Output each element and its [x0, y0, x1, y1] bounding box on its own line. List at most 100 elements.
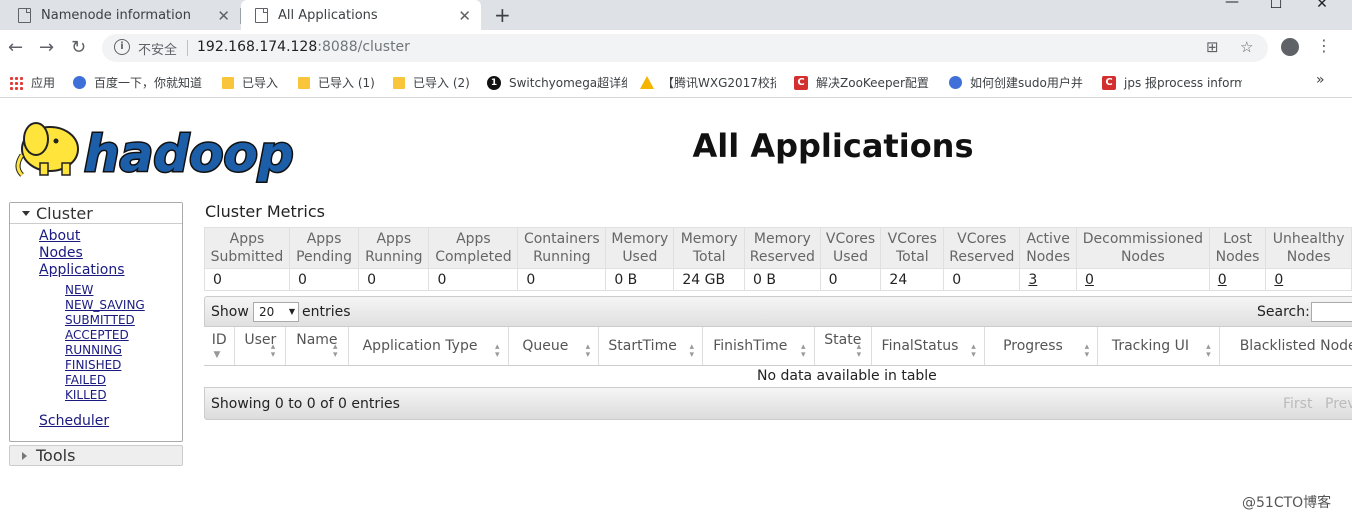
page-length-select[interactable]: 20	[253, 302, 299, 322]
tab-title: Namenode information	[41, 7, 191, 23]
maximize-icon[interactable]: ☐	[1262, 0, 1290, 12]
window-close-icon[interactable]: ✕	[1308, 0, 1336, 12]
metric-memory-used: 0 B	[605, 268, 675, 291]
column-header-finishtime[interactable]: FinishTime ▴ ▾	[702, 327, 815, 366]
sidebar-item-nodes[interactable]: Nodes	[39, 245, 83, 261]
more-menu-icon[interactable]: ⋮	[1316, 36, 1332, 55]
bookmark-apps[interactable]: 应用	[9, 74, 55, 91]
profile-avatar-icon[interactable]	[1281, 38, 1299, 56]
watermark: @51CTO博客	[1242, 495, 1332, 511]
sidebar-state-accepted[interactable]: ACCEPTED	[65, 328, 129, 342]
folder-icon	[222, 76, 234, 89]
column-header-id[interactable]: ID ▼	[204, 327, 236, 366]
sidebar-state-running[interactable]: RUNNING	[65, 343, 122, 357]
sidebar-state-new-saving[interactable]: NEW_SAVING	[65, 298, 145, 312]
active-nodes-link[interactable]: 3	[1028, 272, 1037, 288]
info-icon[interactable]: i	[114, 39, 130, 55]
metric-apps-completed: 0	[428, 268, 519, 291]
url-text[interactable]: 192.168.174.128:8088/cluster	[197, 39, 410, 55]
column-header-progress[interactable]: Progress ▴ ▾	[984, 327, 1099, 366]
cluster-metrics-table: Apps Submitted Apps Pending Apps Running Ap…	[204, 227, 1352, 291]
column-header-name[interactable]: Name ▴ ▾	[285, 327, 349, 366]
reload-icon[interactable]: ↻	[71, 38, 86, 58]
sort-desc-icon: ▼	[213, 349, 221, 360]
column-header-queue[interactable]: Queue ▴ ▾	[508, 327, 600, 366]
metric-header: Unhealthy Nodes	[1265, 227, 1352, 269]
bookmark-sudo[interactable]: 如何创建sudo用户并	[949, 74, 1085, 91]
url-field[interactable]: i 不安全 192.168.174.128:8088/cluster ⊞ ☆	[102, 34, 1268, 62]
back-icon[interactable]: ←	[8, 38, 23, 58]
pager-previous-button[interactable]: Previous	[1325, 396, 1352, 412]
column-header-finalstatus[interactable]: FinalStatus ▴ ▾	[871, 327, 985, 366]
column-header-blacklisted-nodes[interactable]: Blacklisted Nodes	[1219, 327, 1352, 366]
sort-icon: ▴ ▾	[1206, 341, 1211, 360]
metric-header: VCores Reserved	[943, 227, 1021, 269]
sidebar-state-new[interactable]: NEW	[65, 283, 93, 297]
folder-icon	[298, 76, 310, 89]
sidebar-item-scheduler[interactable]: Scheduler	[39, 413, 109, 429]
bookmark-zookeeper[interactable]: C 解决ZooKeeper配置	[794, 74, 930, 91]
applications-table-panel: Show 20 entries Search: ID▼ User▴▾ Name▴…	[204, 296, 1352, 420]
translate-icon[interactable]: ⊞	[1206, 38, 1219, 56]
baidu-paw-icon	[73, 76, 86, 89]
column-header-user[interactable]: User ▴ ▾	[234, 327, 287, 366]
metric-header: Decommissioned Nodes	[1075, 227, 1210, 269]
metric-header: Memory Reserved	[744, 227, 821, 269]
metric-header: Apps Submitted	[204, 227, 290, 269]
hadoop-logo[interactable]: hadoop	[12, 107, 312, 185]
empty-row: No data available in table	[204, 365, 1352, 387]
sidebar-item-applications[interactable]: Applications	[39, 262, 125, 278]
bookmark-folder-imported[interactable]: 已导入	[222, 74, 278, 91]
table-info: Showing 0 to 0 of 0 entries	[211, 396, 400, 412]
security-label[interactable]: 不安全	[138, 39, 177, 58]
column-header-application-type[interactable]: Application Type ▴ ▾	[348, 327, 509, 366]
minimize-icon[interactable]: —	[1218, 0, 1246, 10]
search-input[interactable]	[1311, 302, 1352, 322]
bookmark-baidu[interactable]: 百度一下，你就知道	[73, 74, 208, 91]
page-title: All Applications	[692, 127, 974, 165]
column-header-starttime[interactable]: StartTime ▴ ▾	[598, 327, 704, 366]
sort-icon: ▴ ▾	[801, 341, 806, 360]
metric-memory-total: 24 GB	[673, 268, 746, 291]
sidebar-cluster-header[interactable]: Cluster	[10, 203, 182, 224]
metric-apps-pending: 0	[288, 268, 360, 291]
sidebar-item-about[interactable]: About	[39, 228, 80, 244]
bookmark-tencent[interactable]: 【腾讯WXG2017校招	[640, 74, 776, 91]
address-bar-row: ← → ↻ i 不安全 192.168.174.128:8088/cluster…	[0, 30, 1352, 66]
bookmark-folder-imported-2[interactable]: 已导入 (2)	[393, 74, 470, 91]
close-icon[interactable]: ✕	[458, 7, 471, 25]
csdn-icon: C	[794, 75, 808, 90]
chevron-double-right-icon[interactable]: »	[1316, 72, 1325, 88]
pager-first-button[interactable]: First	[1283, 396, 1312, 412]
bookmark-folder-imported-1[interactable]: 已导入 (1)	[298, 74, 375, 91]
tab-namenode[interactable]: Namenode information ✕	[4, 0, 240, 30]
metric-header: Apps Completed	[428, 227, 519, 269]
forward-icon[interactable]: →	[39, 38, 54, 58]
apps-grid-icon	[9, 75, 23, 90]
metric-unhealthy-nodes: 0	[1265, 268, 1352, 291]
column-header-tracking-ui[interactable]: Tracking UI ▴ ▾	[1097, 327, 1220, 366]
cluster-metrics-title: Cluster Metrics	[205, 202, 325, 221]
folder-icon	[393, 76, 405, 89]
sort-icon: ▴ ▾	[495, 341, 500, 360]
bookmark-star-icon[interactable]: ☆	[1240, 38, 1253, 56]
bookmark-switchyomega[interactable]: 1 Switchyomega超详细	[487, 74, 627, 91]
metric-apps-running: 0	[358, 268, 430, 291]
sort-icon: ▴ ▾	[1084, 341, 1090, 360]
column-header-state[interactable]: State ▴ ▾	[814, 327, 873, 366]
sort-icon: ▴ ▾	[270, 341, 276, 360]
sidebar-state-killed[interactable]: KILLED	[65, 388, 107, 402]
new-tab-icon[interactable]: +	[494, 3, 511, 27]
sidebar-state-finished[interactable]: FINISHED	[65, 358, 121, 372]
triangle-right-icon	[22, 452, 27, 460]
lost-nodes-link[interactable]: 0	[1218, 272, 1227, 288]
baidu-paw-icon	[949, 76, 962, 89]
sidebar-state-submitted[interactable]: SUBMITTED	[65, 313, 135, 327]
tab-all-applications[interactable]: All Applications ✕	[241, 0, 481, 30]
bookmark-jps[interactable]: C jps 报process inform	[1102, 74, 1242, 91]
unhealthy-nodes-link[interactable]: 0	[1274, 272, 1283, 288]
sidebar-state-failed[interactable]: FAILED	[65, 373, 106, 387]
decommissioned-nodes-link[interactable]: 0	[1085, 272, 1094, 288]
sidebar-tools-header[interactable]: Tools	[9, 445, 183, 466]
close-icon[interactable]: ✕	[217, 7, 230, 25]
